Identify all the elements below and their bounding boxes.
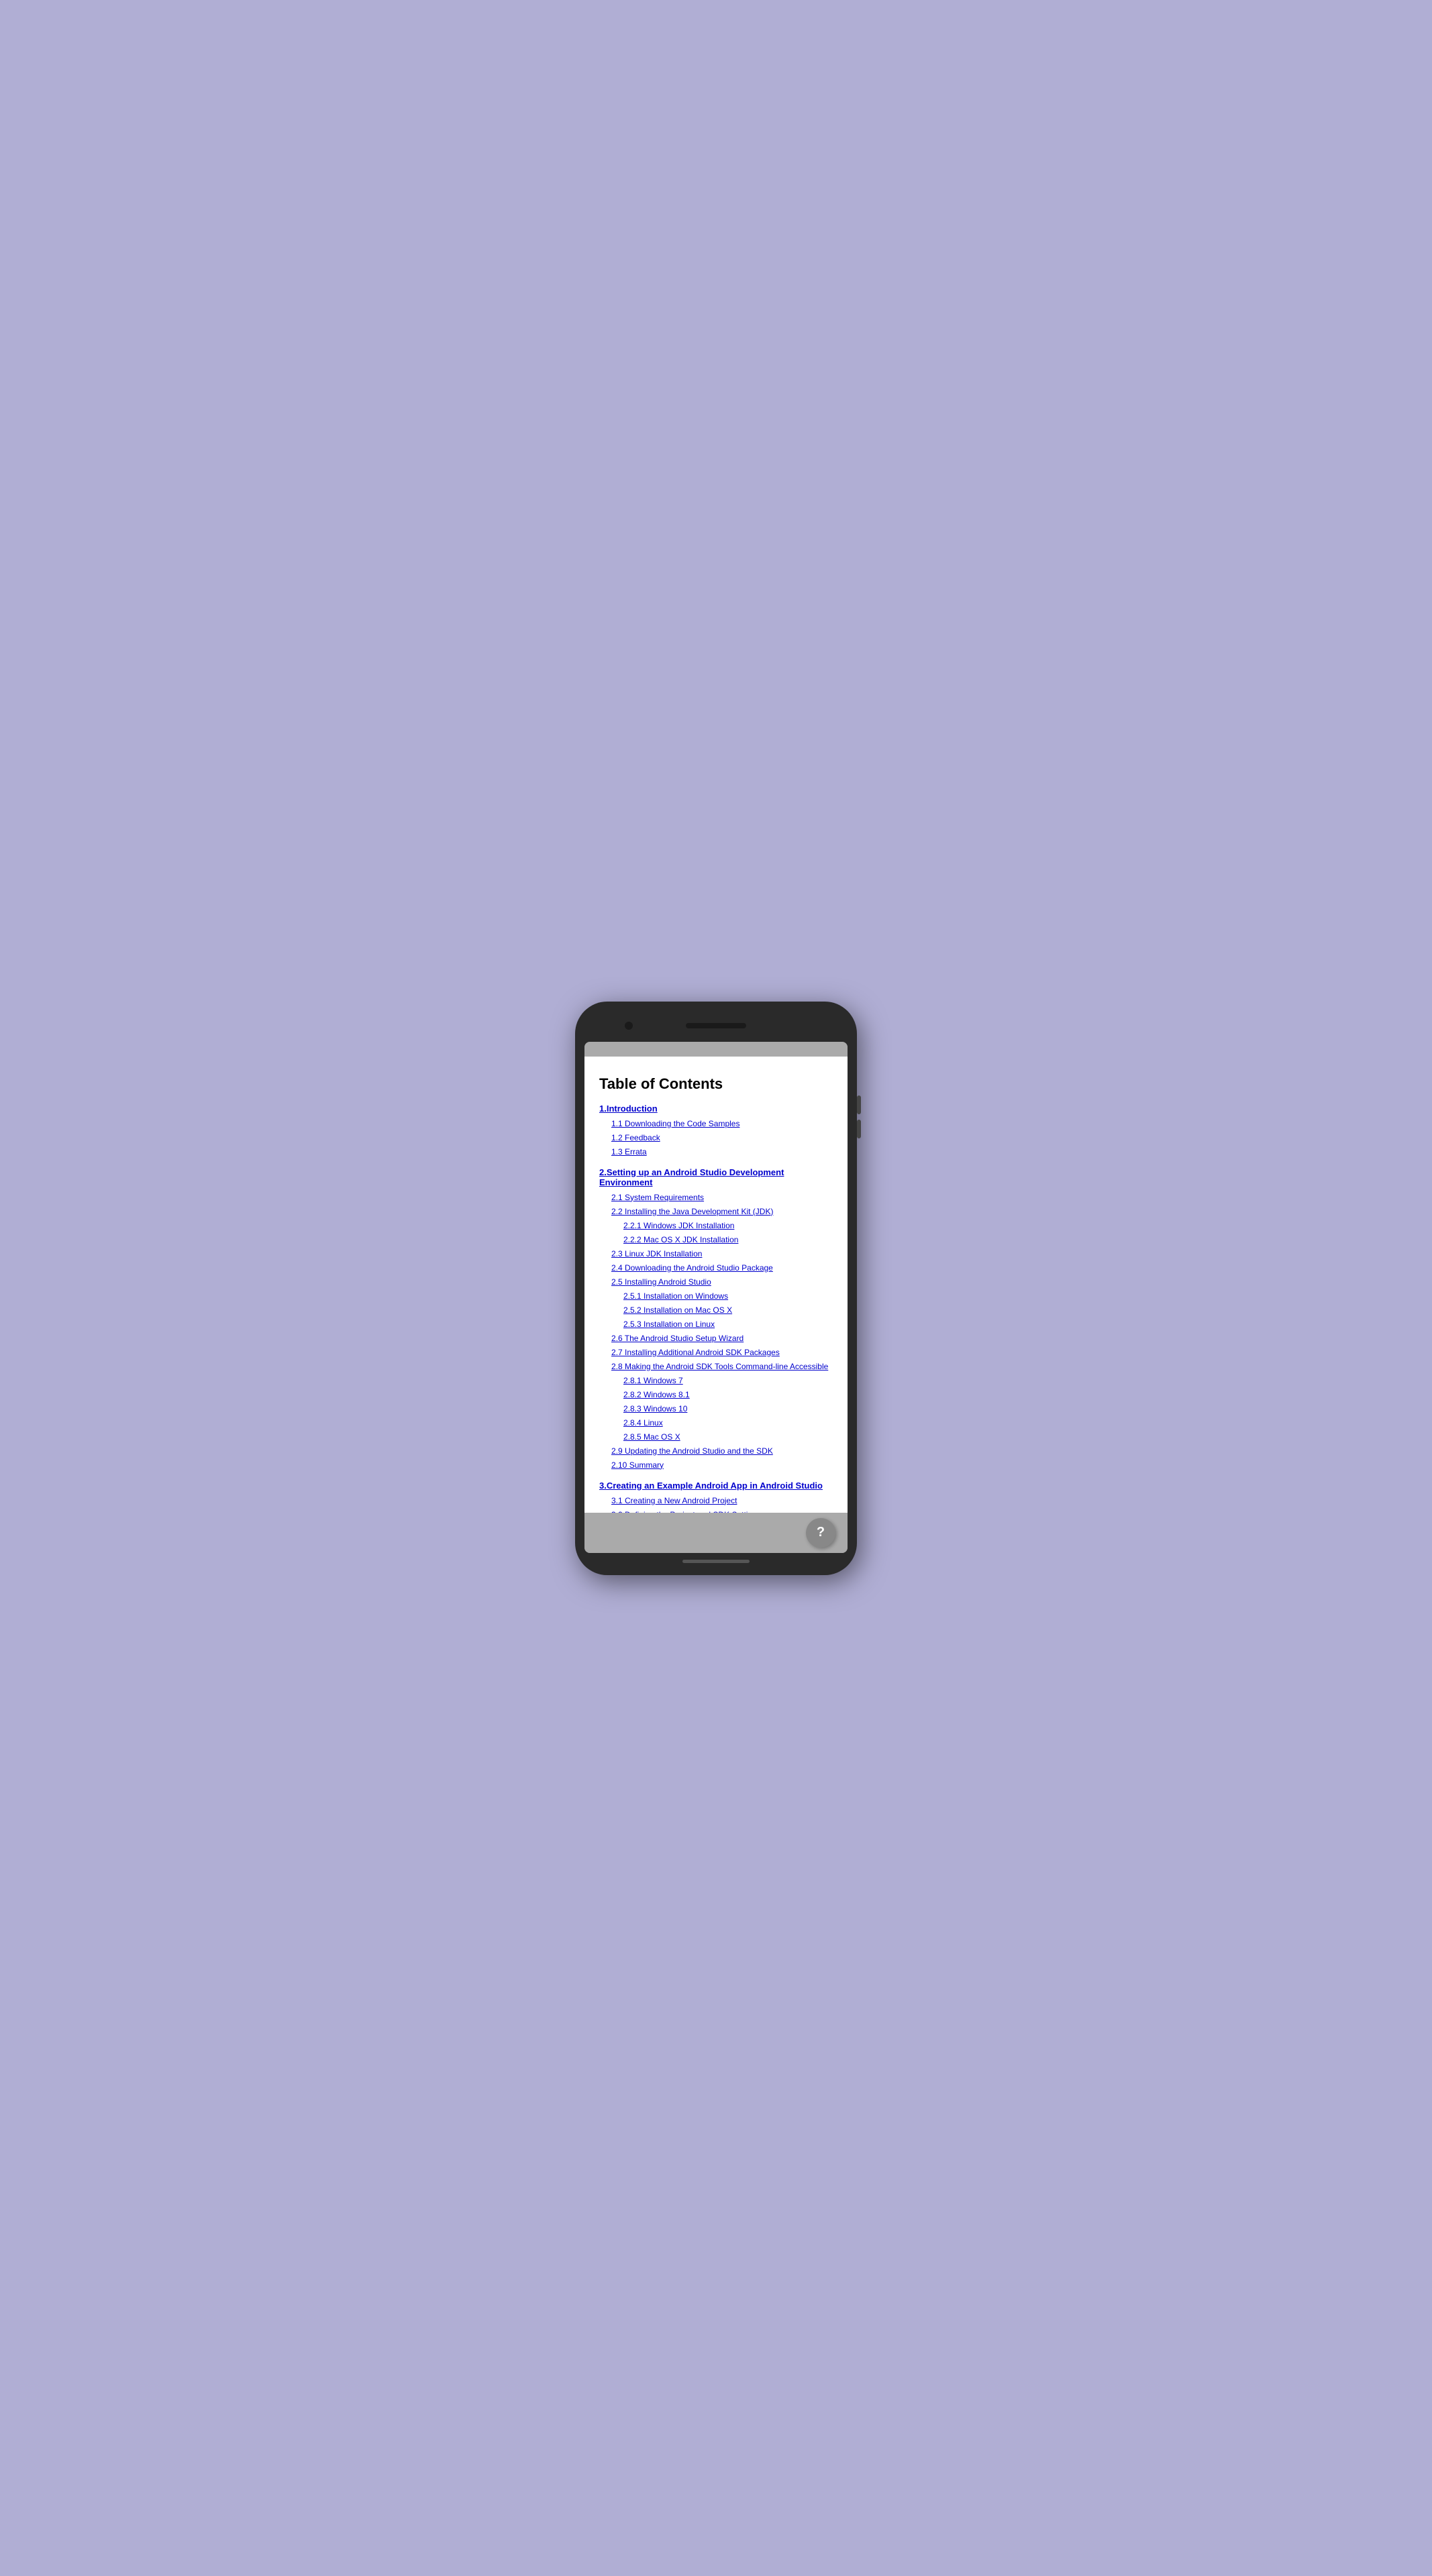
screen-content: Table of Contents 1.Introduction 1.1 Dow…	[584, 1057, 848, 1513]
item-2-4[interactable]: 2.4 Downloading the Android Studio Packa…	[611, 1262, 833, 1274]
phone-bottom-bar	[584, 1560, 848, 1563]
item-2-8-5[interactable]: 2.8.5 Mac OS X	[623, 1431, 833, 1443]
item-2-5[interactable]: 2.5 Installing Android Studio	[611, 1276, 833, 1288]
item-3-1[interactable]: 3.1 Creating a New Android Project	[611, 1495, 833, 1507]
phone-screen: Table of Contents 1.Introduction 1.1 Dow…	[584, 1042, 848, 1553]
item-1-1[interactable]: 1.1 Downloading the Code Samples	[611, 1118, 833, 1130]
section-1-header[interactable]: 1.Introduction	[599, 1104, 833, 1114]
home-indicator	[682, 1560, 750, 1563]
section-2-header[interactable]: 2.Setting up an Android Studio Developme…	[599, 1167, 833, 1187]
volume-down-button	[857, 1120, 861, 1138]
item-2-5-2[interactable]: 2.5.2 Installation on Mac OS X	[623, 1304, 833, 1316]
camera-icon	[625, 1022, 633, 1030]
item-2-2[interactable]: 2.2 Installing the Java Development Kit …	[611, 1205, 833, 1218]
item-2-6[interactable]: 2.6 The Android Studio Setup Wizard	[611, 1332, 833, 1344]
item-1-3[interactable]: 1.3 Errata	[611, 1146, 833, 1158]
side-buttons	[857, 1095, 861, 1138]
item-2-10[interactable]: 2.10 Summary	[611, 1459, 833, 1471]
item-2-8-1[interactable]: 2.8.1 Windows 7	[623, 1375, 833, 1387]
status-bar	[584, 1042, 848, 1057]
item-2-8-2[interactable]: 2.8.2 Windows 8.1	[623, 1389, 833, 1401]
item-2-3[interactable]: 2.3 Linux JDK Installation	[611, 1248, 833, 1260]
item-2-8[interactable]: 2.8 Making the Android SDK Tools Command…	[611, 1360, 833, 1373]
section-3-header[interactable]: 3.Creating an Example Android App in And…	[599, 1481, 833, 1491]
item-2-1[interactable]: 2.1 System Requirements	[611, 1191, 833, 1203]
toc-title: Table of Contents	[599, 1075, 833, 1093]
phone-device: Table of Contents 1.Introduction 1.1 Dow…	[575, 1002, 857, 1575]
item-2-2-1[interactable]: 2.2.1 Windows JDK Installation	[623, 1220, 833, 1232]
item-2-2-2[interactable]: 2.2.2 Mac OS X JDK Installation	[623, 1234, 833, 1246]
item-2-8-4[interactable]: 2.8.4 Linux	[623, 1417, 833, 1429]
item-2-5-1[interactable]: 2.5.1 Installation on Windows	[623, 1290, 833, 1302]
item-2-8-3[interactable]: 2.8.3 Windows 10	[623, 1403, 833, 1415]
item-2-5-3[interactable]: 2.5.3 Installation on Linux	[623, 1318, 833, 1330]
help-button[interactable]: ?	[806, 1518, 835, 1548]
volume-up-button	[857, 1095, 861, 1114]
item-2-9[interactable]: 2.9 Updating the Android Studio and the …	[611, 1445, 833, 1457]
bottom-bar: ?	[584, 1513, 848, 1553]
phone-top-bar	[584, 1014, 848, 1038]
item-2-7[interactable]: 2.7 Installing Additional Android SDK Pa…	[611, 1346, 833, 1358]
item-1-2[interactable]: 1.2 Feedback	[611, 1132, 833, 1144]
speaker-icon	[686, 1023, 746, 1028]
